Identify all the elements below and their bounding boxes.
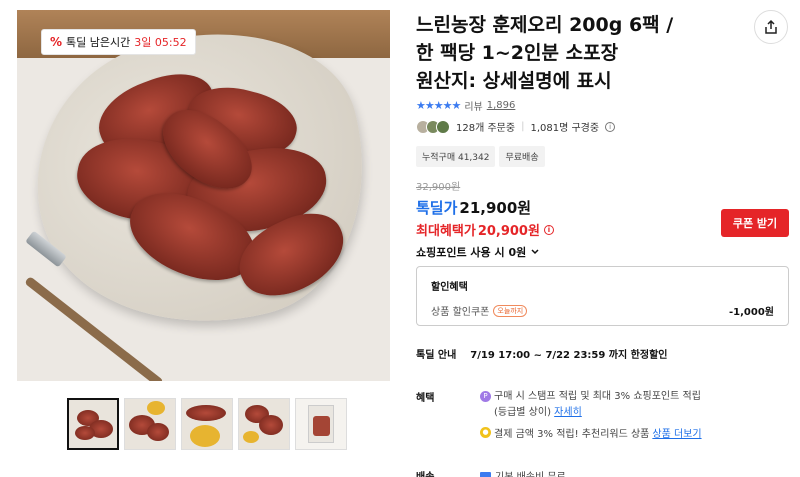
main-product-image: % 톡딜 남은시간 3일 05:52 [17, 10, 390, 381]
deal-timer-value: 3일 05:52 [134, 36, 187, 49]
review-count-link[interactable]: 1,896 [487, 100, 516, 111]
discount-box: 할인혜택 상품 할인쿠폰 오늘까지 -1,000원 [416, 266, 789, 326]
point-icon: P [480, 390, 491, 402]
info-icon[interactable]: i [543, 224, 554, 235]
buyer-avatars [416, 119, 450, 134]
shipping-info: 기본 배송비 무료 [480, 468, 566, 477]
max-benefit-row: 최대혜택가 20,900원 i [416, 220, 554, 239]
deal-guide-label: 톡딜 안내 [416, 350, 457, 361]
product-title-line-1: 느린농장 훈제오리 200g 6팩 / [416, 14, 674, 36]
deal-timer-label: 톡딜 남은시간 [66, 36, 131, 49]
thumbnail-4[interactable] [238, 398, 290, 450]
thumbnail-strip [67, 398, 347, 450]
shipping-text: 기본 배송비 무료 [495, 468, 566, 477]
divider: | [521, 121, 525, 132]
thumbnail-1[interactable] [67, 398, 119, 450]
rating-row: ★★★★★ 리뷰 1,896 [416, 98, 515, 113]
deal-guide-row: 톡딜 안내 7/19 17:00 ~ 7/22 23:59 까지 한정할인 [416, 346, 667, 361]
share-icon [765, 19, 777, 34]
original-price: 32,900원 [416, 182, 461, 193]
review-label[interactable]: 리뷰 [464, 98, 482, 113]
deal-timer-badge: % 톡딜 남은시간 3일 05:52 [41, 29, 196, 55]
shipping-label: 배송 [416, 468, 434, 477]
product-title-line-2: 한 팩당 1~2인분 소포장 [416, 42, 619, 64]
thumbnail-3[interactable] [181, 398, 233, 450]
avatar [436, 119, 450, 134]
deal-guide-text: 7/19 17:00 ~ 7/22 23:59 까지 한정할인 [470, 350, 668, 361]
tag-free-shipping: 무료배송 [499, 146, 545, 167]
thumbnail-2[interactable] [124, 398, 176, 450]
discount-item-label: 상품 할인쿠폰 [431, 307, 490, 318]
more-products-link[interactable]: 상품 더보기 [652, 425, 701, 440]
product-title: 느린농장 훈제오리 200g 6팩 / 한 팩당 1~2인분 소포장 원산지: … [416, 11, 726, 95]
truck-icon [480, 471, 491, 477]
product-title-line-3: 원산지: 상세설명에 표시 [416, 70, 612, 92]
benefit-reward-text: 결제 금액 3% 적립! 추천리워드 상품 [494, 429, 650, 440]
chevron-down-icon [531, 249, 539, 255]
coupon-button[interactable]: 쿠폰 받기 [721, 209, 789, 237]
share-button[interactable] [754, 10, 788, 44]
thumbnail-5[interactable] [295, 398, 347, 450]
order-count: 128개 주문중 [456, 123, 516, 134]
benefit-stamp: P 구매 시 스탬프 적립 및 최대 3% 쇼핑포인트 적립 (등급별 상이) 자… [480, 389, 780, 421]
order-status-row: 128개 주문중 | 1,081명 구경중 i [416, 119, 616, 134]
max-benefit-label: 최대혜택가 [416, 224, 476, 239]
deal-price-row: 톡딜가 21,900원 [416, 197, 531, 218]
today-only-badge: 오늘까지 [493, 304, 528, 317]
discount-header: 할인혜택 [431, 282, 468, 293]
points-selector[interactable]: 쇼핑포인트 사용 시 0원 [416, 244, 540, 260]
points-text: 쇼핑포인트 사용 시 0원 [416, 246, 527, 259]
benefit-reward: ● 결제 금액 3% 적립! 추천리워드 상품 상품 더보기 [480, 425, 702, 440]
info-icon[interactable]: i [605, 121, 616, 132]
tag-list: 누적구매 41,342 무료배송 [416, 146, 545, 167]
reward-icon: ● [480, 427, 491, 438]
benefit-stamp-sub: (등급별 상이) [494, 407, 551, 418]
benefit-stamp-text: 구매 시 스탬프 적립 및 최대 3% 쇼핑포인트 적립 [494, 391, 701, 402]
max-benefit-price: 20,900원 [477, 224, 540, 239]
deal-price-label: 톡딜가 [416, 199, 458, 217]
deal-price-value: 21,900원 [459, 199, 532, 217]
percent-icon: % [50, 35, 63, 49]
discount-item: 상품 할인쿠폰 오늘까지 [431, 303, 528, 318]
tag-cumulative-purchase: 누적구매 41,342 [416, 146, 496, 167]
viewer-count: 1,081명 구경중 [530, 123, 600, 134]
star-rating-icon: ★★★★★ [416, 99, 461, 112]
details-link[interactable]: 자세히 [554, 407, 582, 418]
discount-amount: -1,000원 [729, 307, 774, 318]
benefits-label: 혜택 [416, 393, 435, 404]
